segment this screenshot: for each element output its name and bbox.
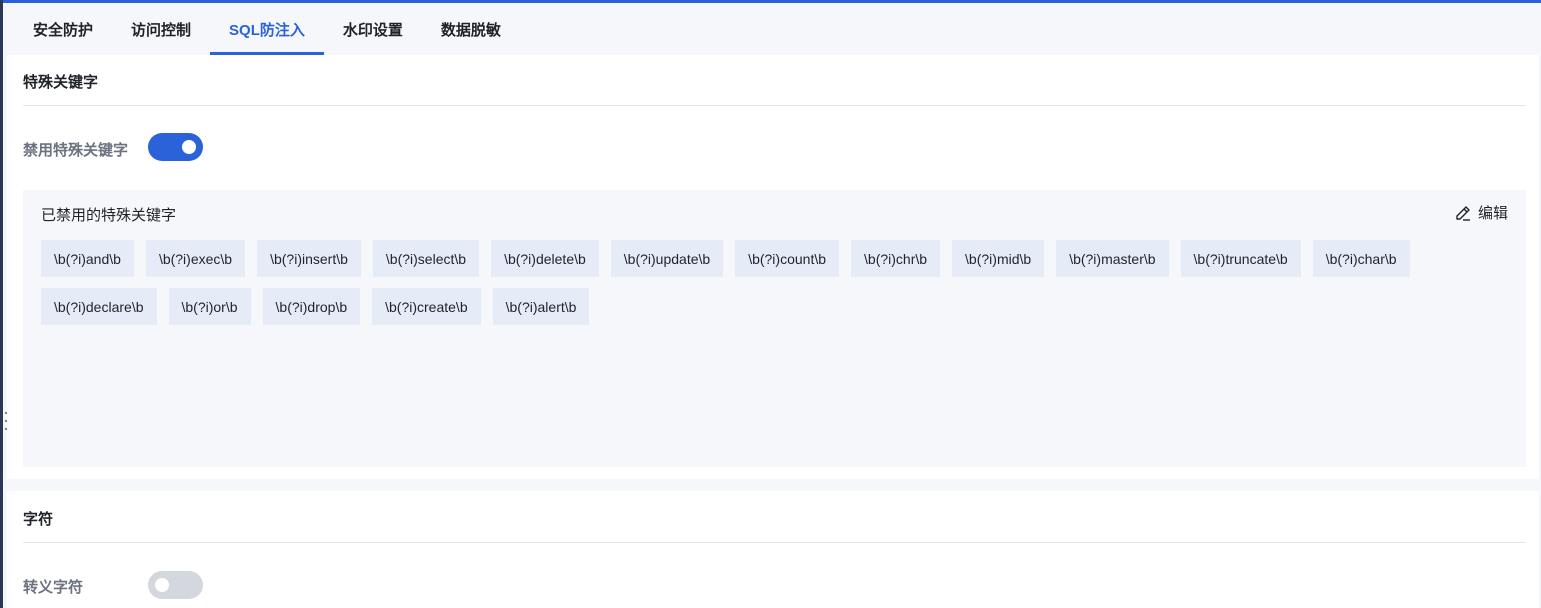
edit-keywords-button[interactable]: 编辑	[1454, 202, 1508, 223]
disable-keywords-switch[interactable]	[148, 133, 203, 161]
tab-access-control[interactable]: 访问控制	[112, 3, 210, 55]
tab-bar: 安全防护 访问控制 SQL防注入 水印设置 数据脱敏	[3, 3, 1541, 55]
tab-data-masking[interactable]: 数据脱敏	[422, 3, 520, 55]
special-keywords-panel: 特殊关键字 禁用特殊关键字 已禁用的特殊关键字 编辑 \b(?i)and\b \b…	[7, 55, 1539, 479]
characters-title: 字符	[23, 511, 54, 528]
switch-knob	[182, 140, 196, 154]
keyword-tag: \b(?i)or\b	[168, 288, 251, 325]
keyword-tag: \b(?i)update\b	[610, 240, 724, 277]
keyword-tag-list: \b(?i)and\b \b(?i)exec\b \b(?i)insert\b \b(…	[41, 240, 1511, 325]
disabled-keywords-box: 已禁用的特殊关键字 编辑 \b(?i)and\b \b(?i)exec\b \b(?…	[23, 190, 1526, 467]
keyword-tag: \b(?i)mid\b	[952, 240, 1045, 277]
keyword-tag: \b(?i)master\b	[1056, 240, 1169, 277]
tab-watermark-settings[interactable]: 水印设置	[324, 3, 422, 55]
divider	[23, 542, 1526, 543]
keyword-tag: \b(?i)truncate\b	[1180, 240, 1301, 277]
keyword-tag: \b(?i)delete\b	[491, 240, 599, 277]
disable-keywords-label: 禁用特殊关键字	[23, 142, 129, 159]
edit-pencil-icon	[1456, 205, 1470, 221]
keyword-tag: \b(?i)drop\b	[262, 288, 361, 325]
left-edge-bar	[0, 0, 3, 608]
switch-knob	[155, 578, 169, 592]
edit-label: 编辑	[1477, 205, 1508, 222]
escape-chars-label: 转义字符	[23, 579, 84, 596]
keyword-tag: \b(?i)insert\b	[257, 240, 361, 277]
tab-security-protection[interactable]: 安全防护	[3, 3, 112, 55]
characters-panel: 字符 转义字符	[7, 491, 1539, 608]
keyword-tag: \b(?i)exec\b	[145, 240, 246, 277]
escape-chars-switch[interactable]	[148, 571, 203, 599]
disabled-keywords-title: 已禁用的特殊关键字	[41, 207, 177, 224]
keyword-tag: \b(?i)char\b	[1312, 240, 1410, 277]
tab-sql-injection[interactable]: SQL防注入	[210, 3, 324, 55]
keyword-tag: \b(?i)and\b	[41, 240, 134, 277]
divider	[23, 105, 1526, 106]
keyword-tag: \b(?i)select\b	[372, 240, 480, 277]
keyword-tag: \b(?i)declare\b	[41, 288, 157, 325]
keyword-tag: \b(?i)count\b	[735, 240, 840, 277]
keyword-tag: \b(?i)chr\b	[851, 240, 941, 277]
special-keywords-title: 特殊关键字	[23, 74, 99, 91]
keyword-tag: \b(?i)create\b	[372, 288, 481, 325]
keyword-tag: \b(?i)alert\b	[492, 288, 590, 325]
